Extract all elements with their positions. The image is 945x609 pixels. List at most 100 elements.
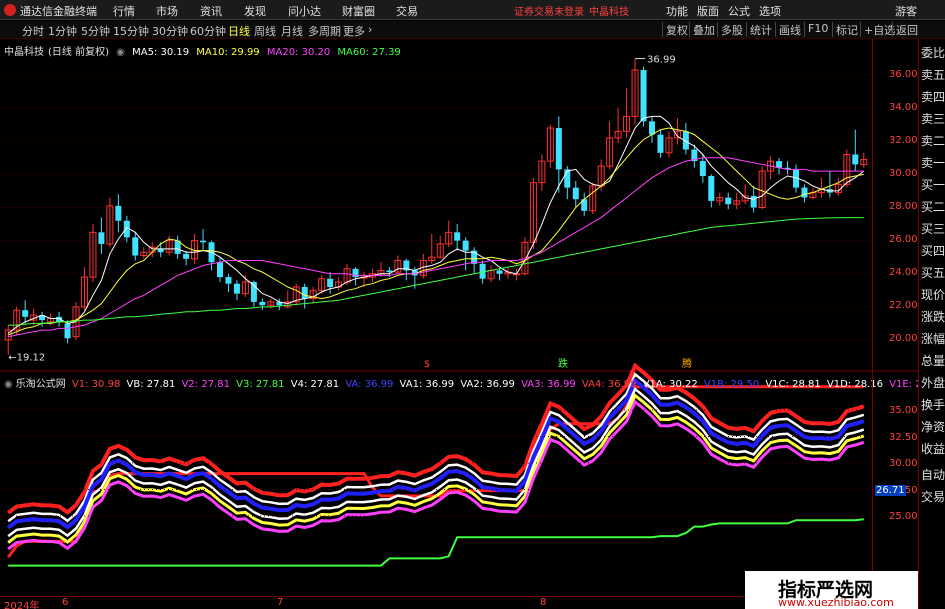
- ind-va4: VA4: 36.99: [581, 379, 637, 390]
- candle-body: [699, 161, 706, 177]
- candle-body: [386, 270, 393, 273]
- candle-body: [22, 310, 29, 317]
- sidebar-item[interactable]: 卖二: [920, 130, 945, 152]
- y-tick: 30.00: [889, 168, 918, 179]
- y-tick: 26.00: [889, 234, 918, 245]
- candle-body: [115, 205, 122, 221]
- quote-sidebar: 委比 卖五 卖四 卖三 卖二 卖一 买一 买二 买三 买四 买五 现价 涨跌 涨幅 总量 外盘 换手 净资 收益自动…: [918, 39, 945, 609]
- ind-v1c: V1C: 28.81: [765, 379, 821, 390]
- candle-body: [462, 240, 469, 251]
- sidebar-item[interactable]: 自动: [920, 464, 945, 486]
- sidebar-item[interactable]: 收益: [920, 438, 945, 460]
- candle-body: [301, 287, 308, 299]
- sidebar-item[interactable]: 换手: [920, 394, 945, 416]
- candle-body: [200, 240, 207, 243]
- indicator-legend: ◉ 乐淘公式网 V1: 30.98 VB: 27.81 V2: 27.81 V3:…: [4, 375, 945, 390]
- low-marker-label: ←19.12: [8, 353, 45, 364]
- sidebar-item[interactable]: 买五: [920, 262, 945, 284]
- sidebar-item[interactable]: 委比: [920, 42, 945, 64]
- candle-body: [708, 176, 715, 201]
- indicator-band-line: [7, 393, 865, 544]
- candle-body: [157, 248, 164, 253]
- date-month: 8: [540, 597, 547, 608]
- date-axis: 2024年 6 7 8: [0, 596, 872, 609]
- signal-label: $: [424, 359, 430, 370]
- candle-body: [64, 323, 71, 339]
- sidebar-item[interactable]: 现价: [920, 284, 945, 306]
- ind-tick: 35.00: [889, 405, 918, 416]
- sidebar-item[interactable]: 卖三: [920, 108, 945, 130]
- ind-va3: VA3: 36.99: [521, 379, 576, 390]
- sidebar-item[interactable]: 涨幅: [920, 328, 945, 350]
- candle-body: [572, 187, 579, 200]
- ind-v1a: V1A: 30.22: [642, 379, 698, 390]
- ind-v3: V3: 27.81: [236, 379, 285, 390]
- y-tick: 24.00: [889, 267, 918, 278]
- candle-body: [801, 187, 808, 198]
- y-tick: 32.00: [889, 135, 918, 146]
- sidebar-item[interactable]: 外盘: [920, 372, 945, 394]
- candle-body: [640, 70, 647, 122]
- stock-mode: (日线 前复权): [48, 47, 109, 58]
- sidebar-item[interactable]: 总量: [920, 350, 945, 372]
- candle-body: [132, 237, 139, 256]
- indicator-band-line: [6, 377, 865, 530]
- signal-label: 跌: [558, 357, 568, 370]
- candle-body: [852, 154, 859, 165]
- sidebar-item[interactable]: 卖四: [920, 86, 945, 108]
- ind-va2: VA2: 36.99: [460, 379, 515, 390]
- price-axis: 36.00 34.00 32.00 30.00 28.00 26.00 24.0…: [872, 39, 918, 609]
- candle-body: [555, 128, 562, 170]
- sidebar-item[interactable]: 买四: [920, 240, 945, 262]
- indicator-low-envelope: [8, 518, 864, 567]
- ma60-label: MA60: 27.39: [337, 47, 401, 58]
- ind-tick: 32.50: [889, 432, 918, 443]
- candle-body: [649, 121, 655, 135]
- ind-v1: V1: 30.98: [71, 379, 121, 390]
- ind-va1: VA1: 36.99: [399, 379, 455, 390]
- ma5-label: MA5: 30.19: [132, 47, 190, 58]
- candle-body: [233, 283, 240, 294]
- ind-v2: V2: 27.81: [181, 379, 230, 390]
- main-legend: 中晶科技 (日线 前复权) ◉ MA5: 30.19 MA10: 29.99 MA…: [4, 43, 405, 58]
- ind-v4: V4: 27.81: [290, 379, 340, 390]
- candle-body: [259, 301, 266, 306]
- sidebar-item[interactable]: 卖一: [920, 152, 945, 174]
- candle-body: [454, 232, 461, 241]
- sidebar-item[interactable]: 涨跌: [920, 306, 945, 328]
- sidebar-item[interactable]: 买一: [920, 174, 945, 196]
- indicator-band-line: [7, 372, 865, 523]
- date-year: 2024年: [4, 601, 40, 609]
- sidebar-item[interactable]: 交易: [920, 486, 945, 508]
- sidebar-item[interactable]: 净资: [920, 416, 945, 438]
- indicator-current-value: 26.71: [875, 485, 906, 496]
- ind-tick: 25.00: [889, 511, 918, 522]
- sidebar-item[interactable]: 卖五: [920, 64, 945, 86]
- y-tick: 36.00: [889, 69, 918, 80]
- ind-vb: VB: 27.81: [126, 379, 176, 390]
- signal-label: 腾: [682, 357, 692, 370]
- price-chart[interactable]: 36.99 ←19.12 $ 跌 腾: [0, 0, 945, 609]
- y-tick: 20.00: [889, 333, 918, 344]
- candle-body: [217, 262, 223, 278]
- date-month: 6: [62, 597, 69, 608]
- sidebar-item[interactable]: 买二: [920, 196, 945, 218]
- y-tick: 22.00: [889, 300, 918, 311]
- sidebar-item[interactable]: 买三: [920, 218, 945, 240]
- candle-body: [225, 277, 232, 284]
- watermark-url: www.xuezhibiao.com: [778, 596, 894, 609]
- legend-settings-icon[interactable]: ◉: [116, 47, 125, 58]
- indicator-settings-icon[interactable]: ◉: [4, 379, 13, 390]
- candle-body: [98, 232, 105, 244]
- candle-body: [496, 270, 503, 274]
- ma10-label: MA10: 29.99: [196, 47, 260, 58]
- candle-body: [183, 253, 190, 259]
- ind-v1b: V1B: 29.50: [703, 379, 760, 390]
- ind-va: VA: 36.99: [345, 379, 394, 390]
- y-tick: 28.00: [889, 201, 918, 212]
- candle-body: [564, 169, 571, 188]
- candle-body: [725, 197, 732, 205]
- date-month: 7: [277, 597, 284, 608]
- candle-body: [750, 195, 757, 208]
- ind-tick: 30.00: [889, 458, 918, 469]
